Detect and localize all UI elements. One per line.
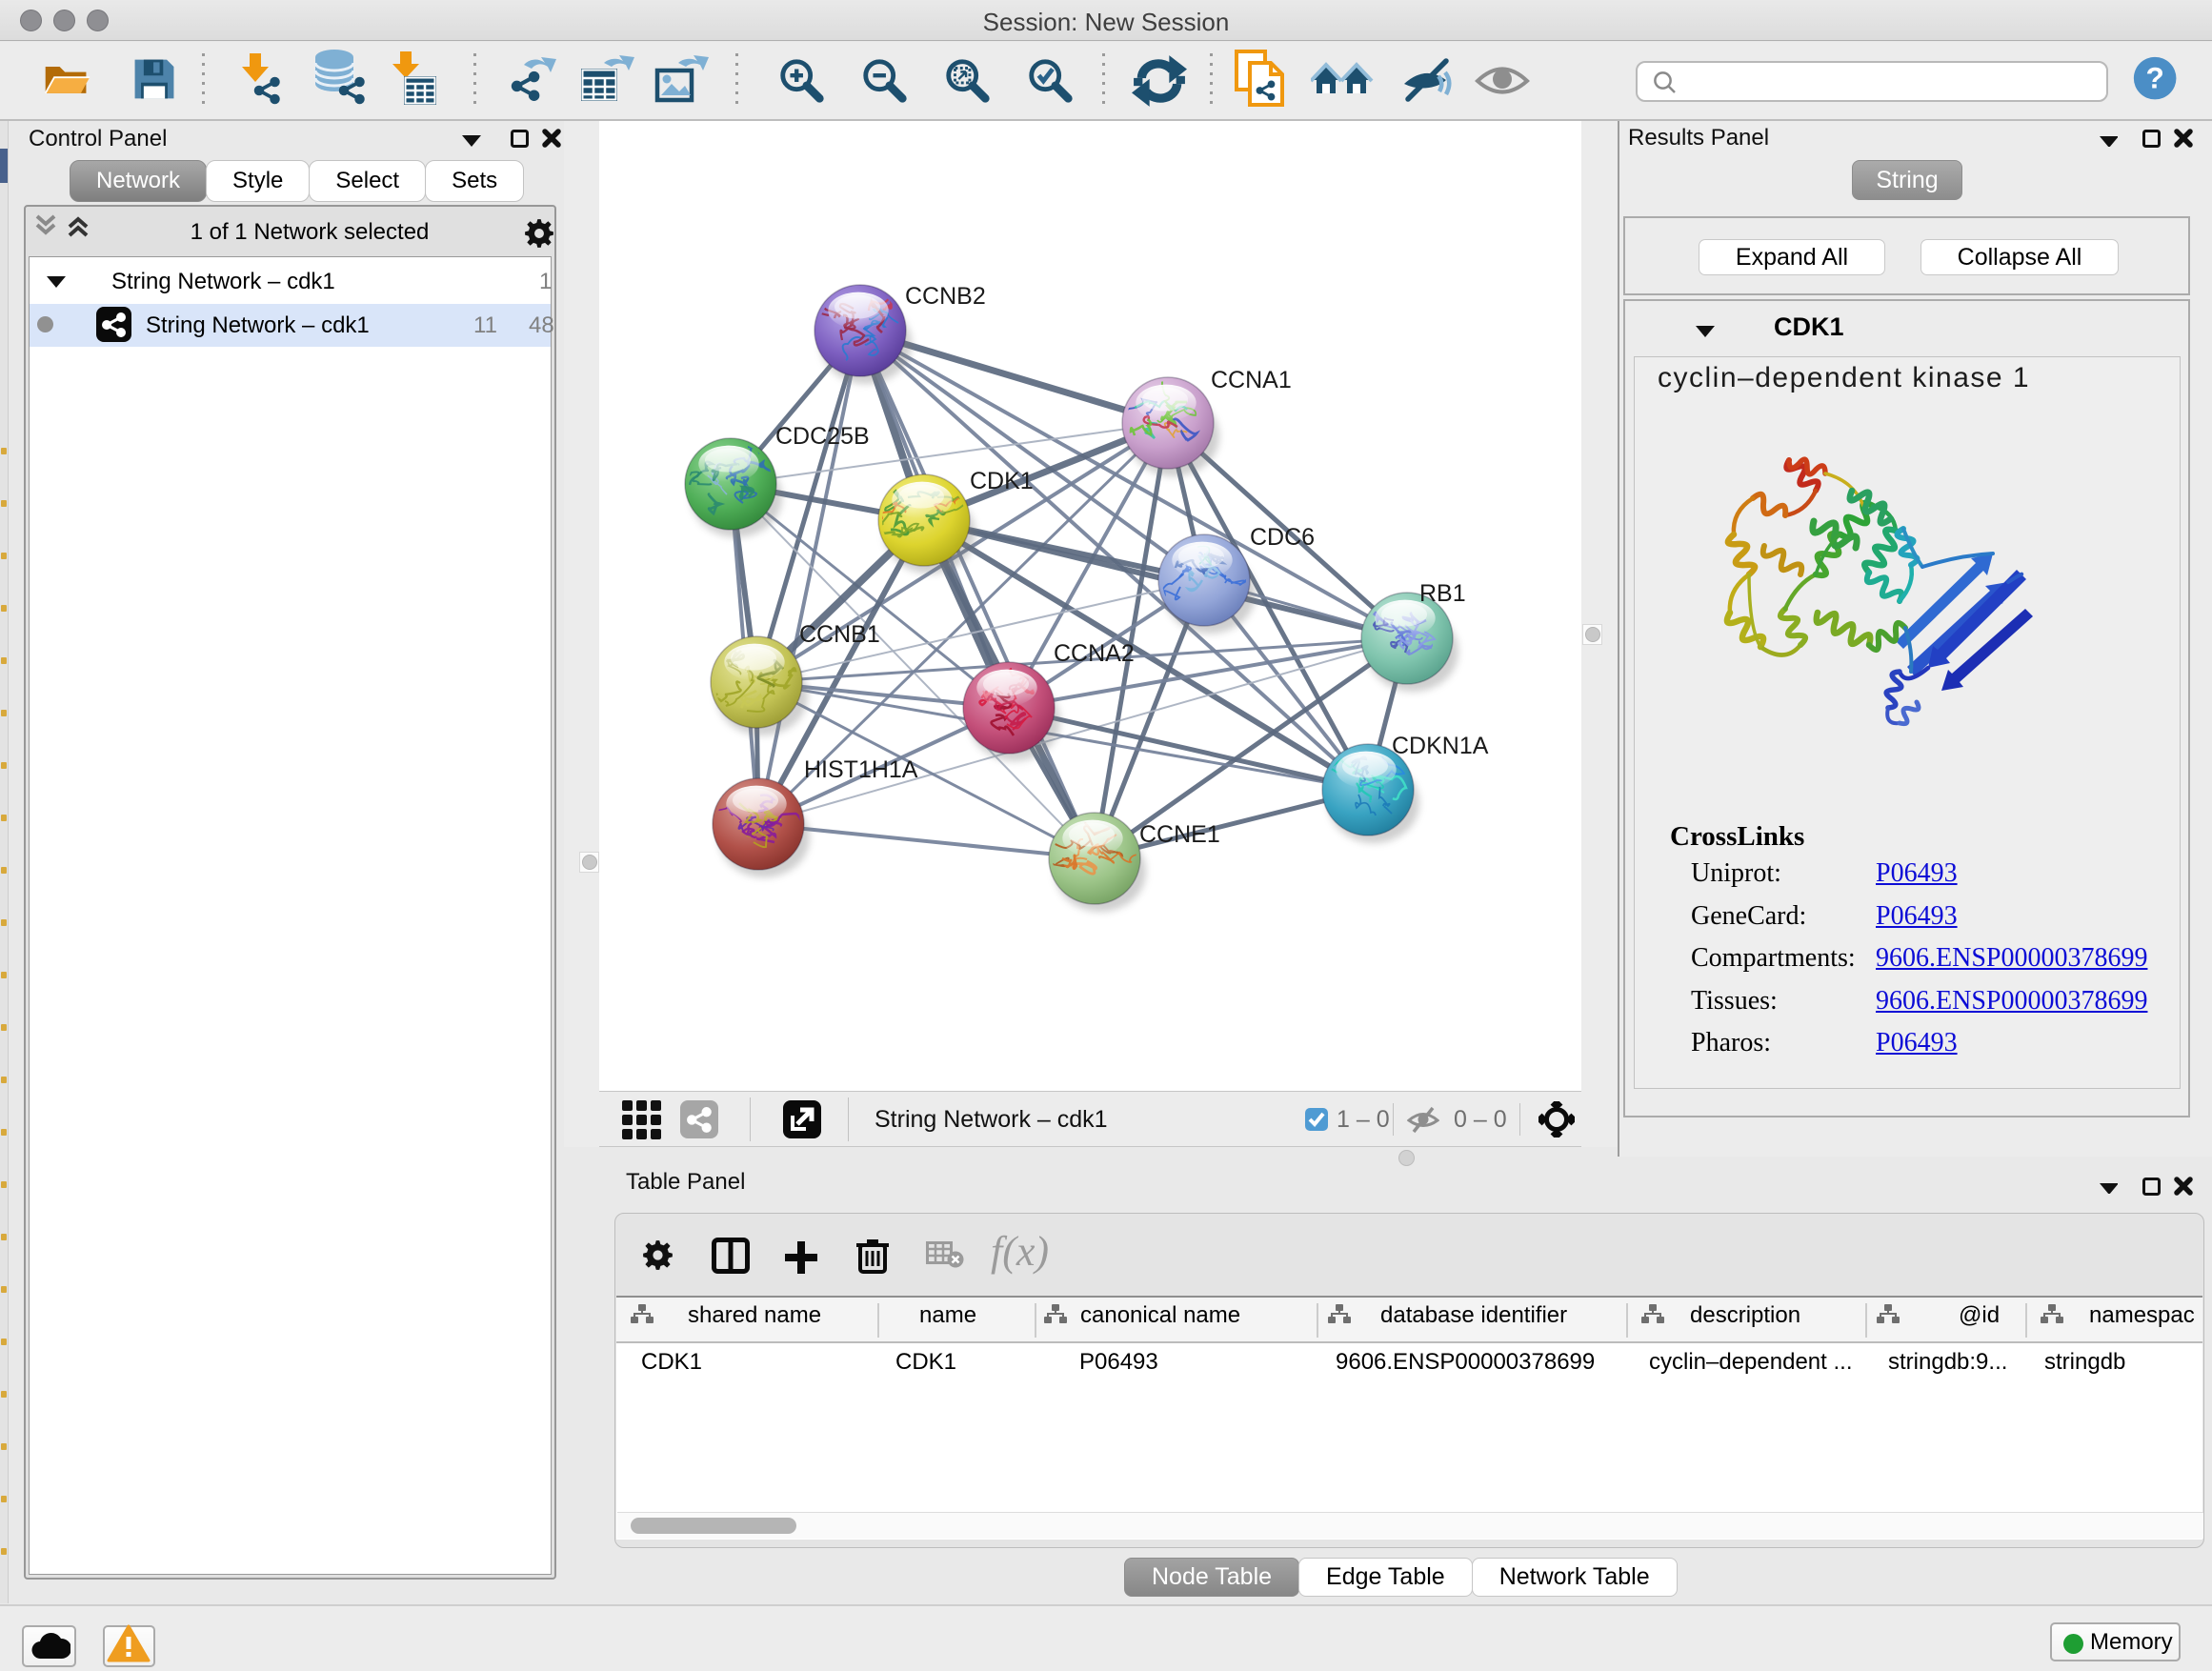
- svg-text:CCNB2: CCNB2: [905, 283, 986, 310]
- svg-text:RB1: RB1: [1419, 580, 1466, 607]
- svg-text:CCNB1: CCNB1: [799, 621, 880, 648]
- svg-text:CDC6: CDC6: [1250, 524, 1315, 551]
- svg-text:?: ?: [2146, 60, 2164, 94]
- svg-text:CDKN1A: CDKN1A: [1392, 733, 1489, 759]
- svg-text:CCNE1: CCNE1: [1139, 821, 1220, 848]
- svg-text:CCNA2: CCNA2: [1054, 640, 1135, 667]
- svg-text:CDC25B: CDC25B: [775, 423, 870, 450]
- svg-text:CDK1: CDK1: [970, 468, 1034, 494]
- svg-text:HIST1H1A: HIST1H1A: [804, 756, 918, 783]
- svg-text:CCNA1: CCNA1: [1211, 367, 1292, 393]
